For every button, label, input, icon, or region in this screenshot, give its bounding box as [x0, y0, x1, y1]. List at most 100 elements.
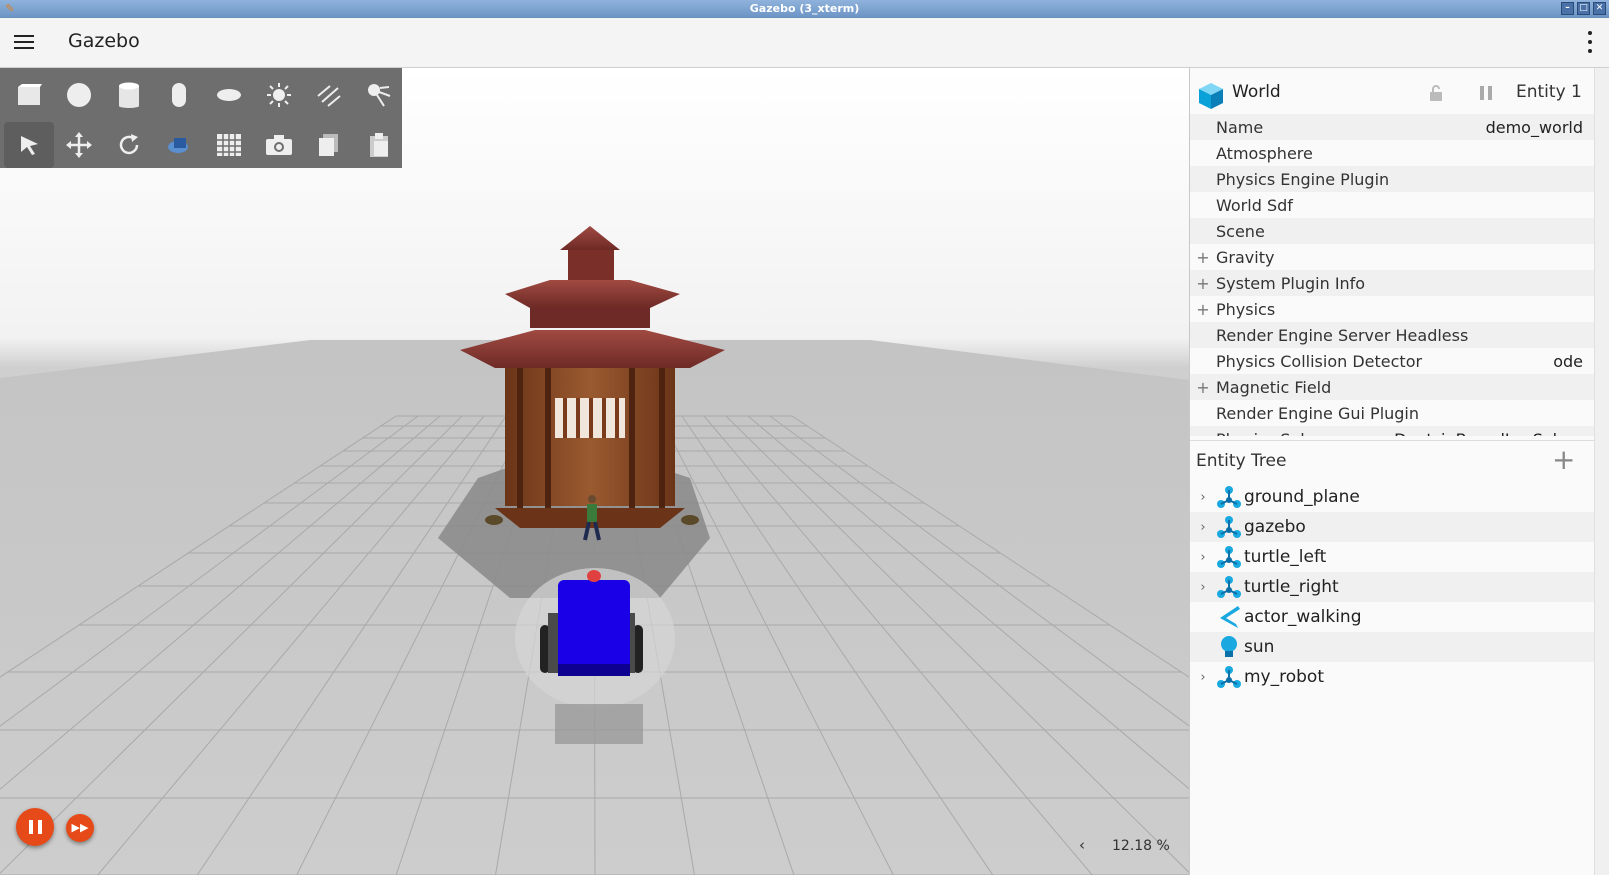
scene-3d-viewport[interactable]: ▶▶ ‹ 12.18 %	[0, 68, 1189, 875]
component-label: Physics Collision Detector	[1216, 351, 1423, 371]
component-row[interactable]: + Gravity	[1190, 244, 1595, 270]
entity-name-label: World	[1232, 82, 1281, 102]
chevron-right-icon[interactable]: ›	[1190, 670, 1216, 685]
entity-tree-title: Entity Tree	[1196, 451, 1287, 471]
panel-scrollbar[interactable]	[1594, 68, 1609, 875]
model-icon	[1216, 544, 1242, 570]
paste-icon[interactable]	[354, 122, 404, 168]
entity-tree-item[interactable]: › turtle_right	[1190, 572, 1595, 602]
component-value: DantzigBoxedLcpSolver	[1394, 430, 1595, 437]
component-label: World Sdf	[1216, 195, 1293, 215]
component-row: Scene	[1190, 218, 1595, 244]
component-row: World Sdf	[1190, 192, 1595, 218]
entity-tree-item-label: my_robot	[1244, 667, 1324, 687]
component-row: Render Engine Server Headless	[1190, 322, 1595, 348]
sphere-icon[interactable]	[54, 72, 104, 118]
component-label: Render Engine Server Headless	[1216, 325, 1469, 345]
model-icon	[1216, 574, 1242, 600]
grid-config-icon[interactable]	[204, 122, 254, 168]
capsule-icon[interactable]	[154, 72, 204, 118]
add-entity-icon[interactable]: +	[1552, 445, 1575, 475]
hamburger-menu-icon[interactable]	[14, 32, 34, 50]
chevron-right-icon[interactable]: ›	[1190, 550, 1216, 565]
entity-tree-item[interactable]: › gazebo	[1190, 512, 1595, 542]
component-label: System Plugin Info	[1216, 273, 1366, 293]
close-button[interactable]: ✕	[1593, 2, 1606, 15]
chevron-right-icon[interactable]: ›	[1190, 490, 1216, 505]
actor-icon	[1216, 604, 1242, 630]
screenshot-icon[interactable]	[254, 122, 304, 168]
component-label: Magnetic Field	[1216, 377, 1332, 397]
more-options-icon[interactable]	[1587, 31, 1593, 53]
right-panel: World Entity 1 Name demo_world Atmosphere P…	[1189, 68, 1609, 875]
component-row[interactable]: + System Plugin Info	[1190, 270, 1595, 296]
expand-icon[interactable]: +	[1190, 248, 1216, 267]
maximize-button[interactable]: □	[1577, 2, 1590, 15]
component-row: Physics Collision Detector ode	[1190, 348, 1595, 374]
model-icon	[1216, 664, 1242, 690]
component-label: Scene	[1216, 221, 1265, 241]
world-cube-icon	[1199, 83, 1223, 109]
entity-tree-item[interactable]: › ground_plane	[1190, 482, 1595, 512]
entity-id-label: Entity 1	[1516, 82, 1582, 102]
box-icon[interactable]	[4, 72, 54, 118]
entity-tree-item[interactable]: sun	[1190, 632, 1595, 662]
lock-icon[interactable]	[1428, 84, 1444, 102]
transform-icon[interactable]	[154, 122, 204, 168]
component-row: Physics Engine Plugin	[1190, 166, 1595, 192]
component-row: Name demo_world	[1190, 114, 1595, 140]
entity-tree-item-label: actor_walking	[1244, 607, 1362, 627]
copy-icon[interactable]	[304, 122, 354, 168]
entity-tree-item[interactable]: › turtle_left	[1190, 542, 1595, 572]
component-label: Physics Engine Plugin	[1216, 169, 1390, 189]
component-label: Render Engine Gui Plugin	[1216, 403, 1420, 423]
component-list: Name demo_world Atmosphere Physics Engine P…	[1190, 114, 1595, 436]
entity-tree-header: Entity Tree +	[1190, 440, 1595, 480]
light-icon	[1216, 634, 1242, 660]
translate-icon[interactable]	[54, 122, 104, 168]
app-title: Gazebo	[68, 30, 140, 52]
entity-tree-item-label: turtle_right	[1244, 577, 1339, 597]
chevron-right-icon[interactable]: ›	[1190, 520, 1216, 535]
component-value: demo_world	[1485, 117, 1583, 137]
model-icon	[1216, 514, 1242, 540]
step-forward-button[interactable]: ▶▶	[66, 814, 94, 842]
entity-tree-item[interactable]: › my_robot	[1190, 662, 1595, 692]
minimize-button[interactable]: –	[1561, 2, 1574, 15]
expand-icon[interactable]: +	[1190, 300, 1216, 319]
component-label: Physics	[1216, 299, 1276, 319]
component-row[interactable]: + Magnetic Field	[1190, 374, 1595, 400]
component-value: ode	[1553, 351, 1583, 371]
spot-light-icon[interactable]	[354, 72, 404, 118]
ellipsoid-icon[interactable]	[204, 72, 254, 118]
entity-tree-item-label: sun	[1244, 637, 1275, 657]
entity-tree-item[interactable]: actor_walking	[1190, 602, 1595, 632]
expand-icon[interactable]: +	[1190, 274, 1216, 293]
component-label: Atmosphere	[1216, 143, 1313, 163]
model-icon	[1216, 484, 1242, 510]
component-label: Name	[1216, 117, 1264, 137]
component-row: Physics SolverDantzigBoxedLcpSolver	[1190, 426, 1595, 436]
real-time-factor: 12.18 %	[1112, 838, 1170, 854]
pause-button[interactable]	[16, 808, 54, 846]
point-light-icon[interactable]	[254, 72, 304, 118]
component-row: Atmosphere	[1190, 140, 1595, 166]
rotate-icon[interactable]	[104, 122, 154, 168]
cylinder-icon[interactable]	[104, 72, 154, 118]
component-label: Gravity	[1216, 247, 1275, 267]
pause-updates-icon[interactable]	[1480, 86, 1496, 102]
directional-light-icon[interactable]	[304, 72, 354, 118]
component-row[interactable]: + Physics	[1190, 296, 1595, 322]
entity-tree-item-label: gazebo	[1244, 517, 1306, 537]
app-bar: Gazebo	[0, 18, 1609, 68]
entity-tree-item-label: ground_plane	[1244, 487, 1360, 507]
window-title: Gazebo (3_xterm)	[749, 2, 860, 15]
chevron-right-icon[interactable]: ›	[1190, 580, 1216, 595]
expand-icon[interactable]: +	[1190, 378, 1216, 397]
app-icon: ✎	[5, 2, 15, 15]
component-inspector-header: World Entity 1	[1190, 78, 1595, 114]
select-icon[interactable]	[4, 122, 54, 168]
rtf-chevron-icon[interactable]: ‹	[1079, 836, 1085, 854]
entity-tree-list: › ground_plane › gazebo › turtle_left › turtle_…	[1190, 482, 1595, 692]
entity-tree-item-label: turtle_left	[1244, 547, 1327, 567]
